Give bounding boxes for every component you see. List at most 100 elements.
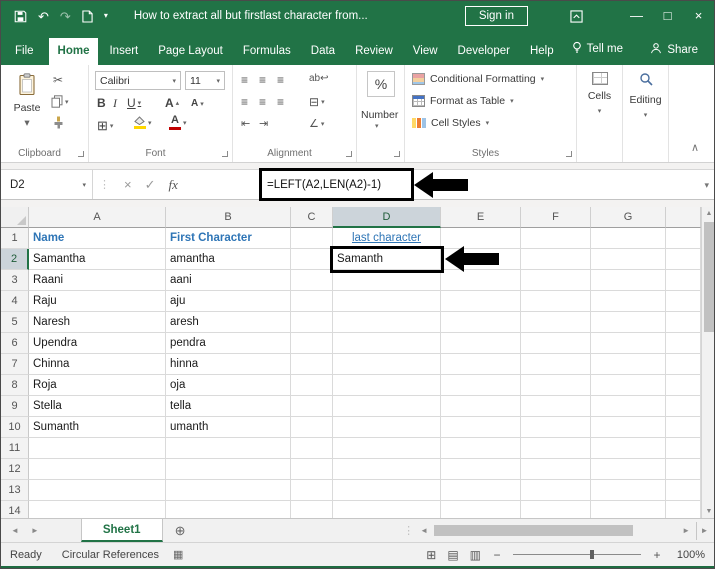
circular-references-status[interactable]: Circular References (62, 549, 159, 561)
tab-formulas[interactable]: Formulas (234, 38, 300, 65)
cell-F10[interactable] (521, 417, 591, 438)
cell-F2[interactable] (521, 249, 591, 270)
redo-icon[interactable]: ↷ (60, 10, 71, 23)
cell-F11[interactable] (521, 438, 591, 459)
bottom-align-button[interactable]: ≡ (277, 73, 284, 87)
row-header-7[interactable]: 7 (1, 354, 29, 375)
cell-E5[interactable] (441, 312, 521, 333)
tell-me-button[interactable]: Tell me (564, 34, 631, 65)
cell-A8[interactable]: Roja (29, 375, 166, 396)
cell-A11[interactable] (29, 438, 166, 459)
cell-C10[interactable] (291, 417, 333, 438)
cell-partial-13[interactable] (666, 480, 701, 501)
cell-D1[interactable]: last character (333, 228, 441, 249)
tab-developer[interactable]: Developer (449, 38, 519, 65)
row-header-9[interactable]: 9 (1, 396, 29, 417)
paste-button[interactable]: Paste ▾ (8, 70, 46, 136)
macro-record-icon[interactable]: ▦ (173, 548, 183, 561)
cell-A9[interactable]: Stella (29, 396, 166, 417)
horizontal-scrollbar[interactable]: ⋮ ◄ ► ► (403, 521, 714, 540)
share-button[interactable]: Share (634, 35, 714, 65)
cell-C11[interactable] (291, 438, 333, 459)
cell-B6[interactable]: pendra (166, 333, 291, 354)
ribbon-display-options-icon[interactable] (570, 9, 583, 23)
zoom-slider-thumb[interactable] (589, 550, 594, 559)
cell-B13[interactable] (166, 480, 291, 501)
minimize-button[interactable]: — (621, 1, 652, 31)
cell-F1[interactable] (521, 228, 591, 249)
cell-F14[interactable] (521, 501, 591, 518)
borders-button[interactable]: ⊞ ▾ (97, 118, 113, 134)
column-header-F[interactable]: F (521, 207, 591, 228)
cell-C7[interactable] (291, 354, 333, 375)
cell-A10[interactable]: Sumanth (29, 417, 166, 438)
cell-B14[interactable] (166, 501, 291, 518)
styles-dialog-launcher-icon[interactable] (566, 151, 572, 157)
cancel-icon[interactable]: × (124, 177, 132, 192)
row-header-3[interactable]: 3 (1, 270, 29, 291)
underline-button[interactable]: U ▾ (127, 96, 141, 110)
cell-A7[interactable]: Chinna (29, 354, 166, 375)
tab-file[interactable]: File (2, 38, 47, 65)
cell-E10[interactable] (441, 417, 521, 438)
fill-color-button[interactable]: ▾ (133, 116, 152, 129)
tab-data[interactable]: Data (302, 38, 344, 65)
cell-partial-12[interactable] (666, 459, 701, 480)
merge-center-button[interactable]: ⊟ ▾ (309, 95, 325, 109)
row-header-14[interactable]: 14 (1, 501, 29, 518)
cell-partial-7[interactable] (666, 354, 701, 375)
percent-style-button[interactable]: % (367, 71, 395, 97)
tab-review[interactable]: Review (346, 38, 402, 65)
cell-E2[interactable] (441, 249, 521, 270)
number-format-dropdown[interactable]: Number (361, 109, 398, 121)
cell-A5[interactable]: Naresh (29, 312, 166, 333)
cell-C5[interactable] (291, 312, 333, 333)
zoom-in-icon[interactable]: + (652, 548, 662, 562)
cell-G11[interactable] (591, 438, 666, 459)
column-header-E[interactable]: E (441, 207, 521, 228)
editing-button[interactable]: Editing ▾ (623, 72, 668, 119)
sheet-tab-sheet1[interactable]: Sheet1 (80, 519, 163, 542)
cell-E3[interactable] (441, 270, 521, 291)
cell-partial-1[interactable] (666, 228, 701, 249)
collapse-ribbon-icon[interactable]: ∧ (691, 141, 699, 154)
number-format-dropdown-icon[interactable]: ▾ (375, 122, 379, 130)
cell-B3[interactable]: aani (166, 270, 291, 291)
cell-A14[interactable] (29, 501, 166, 518)
cell-A3[interactable]: Raani (29, 270, 166, 291)
row-header-6[interactable]: 6 (1, 333, 29, 354)
cell-G14[interactable] (591, 501, 666, 518)
qat-customize-dropdown-icon[interactable]: ▾ (104, 12, 108, 20)
cell-F8[interactable] (521, 375, 591, 396)
increase-indent-button[interactable]: ⇥ (259, 117, 268, 130)
expand-formula-bar-icon[interactable]: ▾ (704, 180, 709, 191)
cell-G8[interactable] (591, 375, 666, 396)
bold-button[interactable]: B (97, 96, 106, 110)
row-header-2[interactable]: 2 (1, 249, 29, 270)
cell-B5[interactable]: aresh (166, 312, 291, 333)
cell-D14[interactable] (333, 501, 441, 518)
vertical-scroll-thumb[interactable] (704, 222, 714, 332)
normal-view-icon[interactable]: ⊞ (426, 548, 436, 562)
undo-icon[interactable]: ↶ (38, 10, 49, 23)
cut-button[interactable]: ✂ (53, 73, 63, 87)
zoom-slider[interactable] (513, 549, 641, 560)
cell-C9[interactable] (291, 396, 333, 417)
format-as-table-button[interactable]: Format as Table ▾ (412, 95, 514, 107)
cell-C2[interactable] (291, 249, 333, 270)
zoom-level[interactable]: 100% (673, 549, 705, 561)
column-header-G[interactable]: G (591, 207, 666, 228)
enter-check-icon[interactable]: ✓ (145, 177, 156, 193)
cell-partial-3[interactable] (666, 270, 701, 291)
cell-D3[interactable] (333, 270, 441, 291)
cell-partial-9[interactable] (666, 396, 701, 417)
row-header-13[interactable]: 13 (1, 480, 29, 501)
cell-B1[interactable]: First Character (166, 228, 291, 249)
cell-E13[interactable] (441, 480, 521, 501)
orientation-button[interactable]: ∠ ▾ (309, 117, 324, 130)
insert-function-icon[interactable]: fx (169, 177, 178, 193)
row-header-4[interactable]: 4 (1, 291, 29, 312)
save-icon[interactable] (14, 10, 27, 23)
cell-F12[interactable] (521, 459, 591, 480)
decrease-indent-button[interactable]: ⇤ (241, 117, 250, 130)
